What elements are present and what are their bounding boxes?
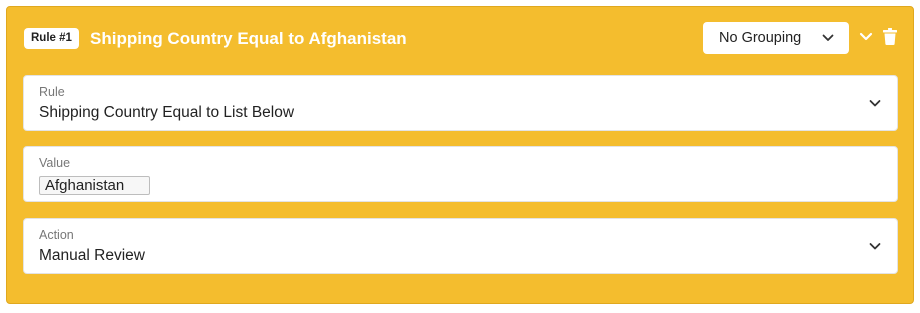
chevron-down-icon	[869, 243, 881, 250]
value-field-label: Value	[39, 156, 71, 170]
chevron-down-icon	[869, 100, 881, 107]
value-field[interactable]: Value Afghanistan	[23, 146, 898, 202]
action-field-label: Action	[39, 228, 74, 242]
rule-title: Shipping Country Equal to Afghanistan	[90, 29, 407, 48]
value-tag[interactable]: Afghanistan	[39, 176, 150, 195]
collapse-chevron-icon[interactable]	[859, 31, 873, 43]
rule-number-badge: Rule #1	[24, 28, 79, 49]
rule-card: Rule #1 Shipping Country Equal to Afghan…	[6, 6, 914, 304]
trash-icon[interactable]	[883, 28, 897, 45]
action-field-value: Manual Review	[39, 247, 145, 264]
chevron-down-icon	[822, 34, 834, 41]
rule-field-value: Shipping Country Equal to List Below	[39, 104, 295, 121]
rule-condition-field[interactable]: Rule Shipping Country Equal to List Belo…	[23, 75, 898, 131]
grouping-selected-value: No Grouping	[719, 30, 802, 46]
rule-field-label: Rule	[39, 85, 65, 99]
action-field[interactable]: Action Manual Review	[23, 218, 898, 274]
rule-header: Rule #1 Shipping Country Equal to Afghan…	[7, 7, 913, 71]
grouping-select[interactable]: No Grouping	[703, 22, 849, 54]
value-tag-text: Afghanistan	[45, 177, 125, 194]
